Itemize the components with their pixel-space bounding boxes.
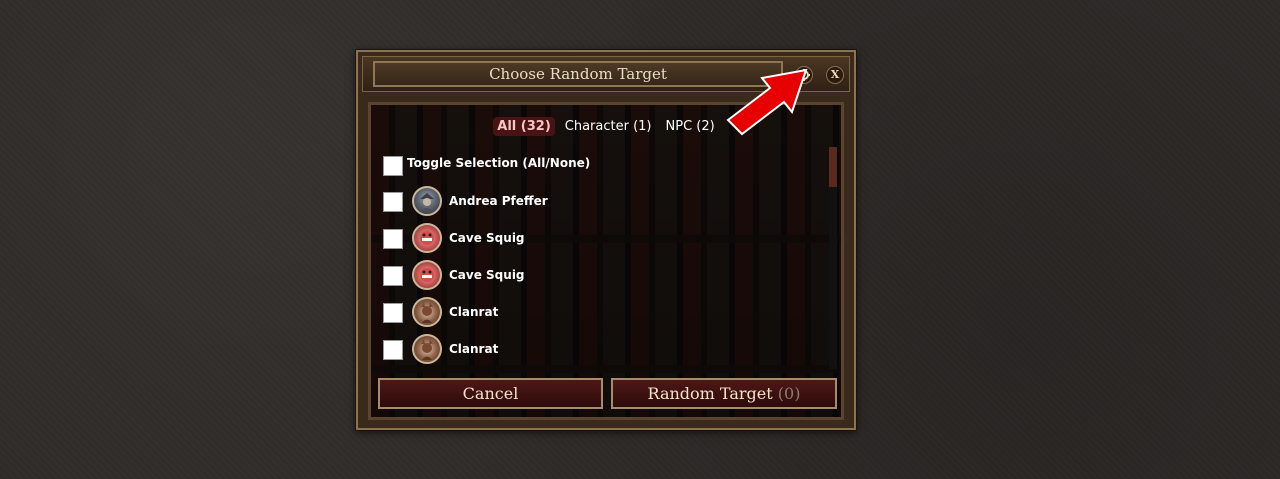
- target-name: Cave Squig: [449, 268, 525, 282]
- scrollbar-thumb[interactable]: [829, 147, 837, 187]
- target-name: Clanrat: [449, 342, 499, 356]
- close-button[interactable]: X: [826, 66, 844, 84]
- selected-count: (0): [777, 384, 801, 403]
- target-checkbox[interactable]: [383, 303, 403, 323]
- list-item[interactable]: Andrea Pfeffer: [379, 186, 819, 218]
- random-target-button[interactable]: Random Target (0): [611, 378, 837, 409]
- toggle-selection-row[interactable]: Toggle Selection (All/None): [379, 150, 819, 182]
- avatar: [412, 297, 442, 327]
- toggle-selection-label: Toggle Selection (All/None): [407, 156, 591, 170]
- tab-all[interactable]: All (32): [493, 117, 555, 136]
- list-item[interactable]: Cave Squig: [379, 260, 819, 292]
- list-item[interactable]: Cave Squig: [379, 223, 819, 255]
- annotation-arrow: [726, 68, 808, 136]
- target-checkbox[interactable]: [383, 266, 403, 286]
- avatar: [412, 260, 442, 290]
- list-scrollbar[interactable]: [829, 147, 837, 369]
- list-item[interactable]: Clanrat: [379, 334, 819, 366]
- random-target-label: Random Target: [647, 384, 773, 403]
- target-name: Andrea Pfeffer: [449, 194, 548, 208]
- tab-npc[interactable]: NPC (2): [662, 117, 719, 136]
- target-list: Toggle Selection (All/None) Andrea Pfeff…: [379, 150, 827, 370]
- cancel-button[interactable]: Cancel: [378, 378, 603, 409]
- list-item[interactable]: Clanrat: [379, 297, 819, 329]
- toggle-selection-checkbox[interactable]: [383, 156, 403, 176]
- dialog-content: All (32) Character (1) NPC (2) Toggle Sele…: [368, 102, 844, 420]
- target-checkbox[interactable]: [383, 340, 403, 360]
- target-name: Clanrat: [449, 305, 499, 319]
- close-icon: X: [830, 68, 840, 81]
- avatar: [412, 223, 442, 253]
- avatar: [412, 186, 442, 216]
- avatar: [412, 334, 442, 364]
- target-checkbox[interactable]: [383, 192, 403, 212]
- dialog-title: Choose Random Target: [373, 61, 783, 87]
- target-checkbox[interactable]: [383, 229, 403, 249]
- target-name: Cave Squig: [449, 231, 525, 245]
- tab-character[interactable]: Character (1): [561, 117, 656, 136]
